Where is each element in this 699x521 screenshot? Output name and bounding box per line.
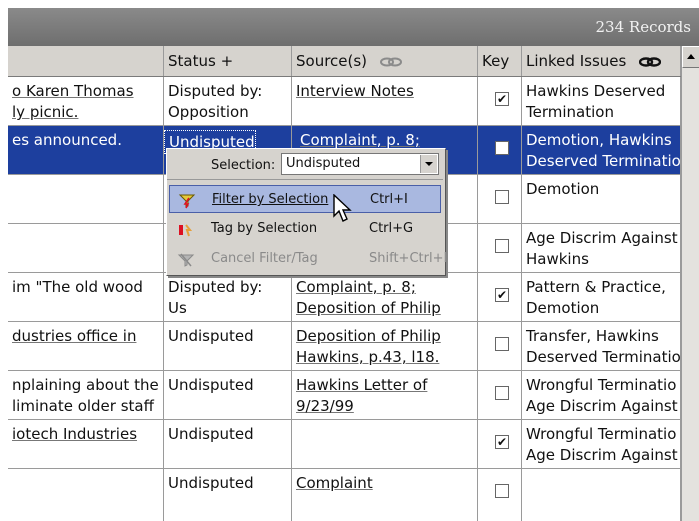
description-cell[interactable]: iotech Industries xyxy=(8,420,164,468)
status-cell[interactable]: Disputed by: Opposition xyxy=(164,77,292,125)
key-cell xyxy=(478,175,522,223)
record-count: 234 Records xyxy=(595,18,691,36)
key-cell xyxy=(478,371,522,419)
key-checkbox[interactable] xyxy=(495,386,509,400)
column-header-description[interactable] xyxy=(8,46,164,76)
column-header-linked-issues[interactable]: Linked Issues xyxy=(522,46,681,76)
linked-issues-cell[interactable]: Demotion xyxy=(522,175,681,223)
description-cell[interactable]: es announced. xyxy=(8,126,164,174)
link-icon xyxy=(638,47,662,77)
menu-item-label: Cancel Filter/Tag xyxy=(211,251,318,266)
description-cell[interactable] xyxy=(8,469,164,521)
column-header-row: Status + Source(s) Key Linked Issues xyxy=(8,46,699,77)
key-cell xyxy=(478,126,522,174)
source-cell[interactable] xyxy=(292,420,478,468)
cancel-filter-icon xyxy=(177,251,195,267)
menu-item-label: Tag by Selection xyxy=(211,221,318,236)
mouse-pointer-icon xyxy=(333,193,355,228)
description-cell[interactable]: dustries office in xyxy=(8,322,164,370)
column-header-issues-label: Linked Issues xyxy=(526,52,627,70)
key-cell xyxy=(478,469,522,521)
status-cell[interactable]: Undisputed xyxy=(164,371,292,419)
key-cell: ✔ xyxy=(478,420,522,468)
column-header-source[interactable]: Source(s) xyxy=(292,46,478,76)
key-checkbox[interactable] xyxy=(495,190,509,204)
menu-item-shortcut: Shift+Ctrl+I xyxy=(369,251,448,266)
key-checkbox[interactable] xyxy=(495,337,509,351)
menu-separator xyxy=(167,179,443,180)
linked-issues-cell[interactable]: Hawkins Deserved Termination xyxy=(522,77,681,125)
description-cell[interactable]: nplaining about the liminate older staff xyxy=(8,371,164,419)
column-header-status[interactable]: Status + xyxy=(164,46,292,76)
source-cell[interactable]: Complaint xyxy=(292,469,478,521)
key-cell xyxy=(478,224,522,272)
menu-item-shortcut: Ctrl+I xyxy=(370,192,408,207)
selection-dropdown-value: Undisputed xyxy=(286,156,361,171)
status-cell[interactable]: Undisputed xyxy=(164,420,292,468)
table-row[interactable]: Undisputed Complaint xyxy=(8,469,681,521)
records-bar: 234 Records xyxy=(8,8,699,46)
key-cell: ✔ xyxy=(478,273,522,321)
table-row[interactable]: dustries office in Undisputed Deposition… xyxy=(8,322,681,371)
source-cell[interactable]: Interview Notes xyxy=(292,77,478,125)
source-cell[interactable]: Complaint, p. 8; Deposition of Philip xyxy=(292,273,478,321)
key-cell xyxy=(478,322,522,370)
source-cell[interactable]: Hawkins Letter of 9/23/99 xyxy=(292,371,478,419)
selection-context-menu: Selection: Undisputed Filter by Selectio… xyxy=(166,148,447,276)
linked-issues-cell[interactable]: Demotion, Hawkins Deserved Terminatio xyxy=(522,126,681,174)
table-row[interactable]: nplaining about the liminate older staff … xyxy=(8,371,681,420)
menu-item-tag-by-selection[interactable]: Tag by Selection Ctrl+G xyxy=(169,215,441,243)
linked-issues-cell[interactable]: Age Discrim Against Hawkins xyxy=(522,224,681,272)
description-cell[interactable] xyxy=(8,224,164,272)
key-checkbox[interactable]: ✔ xyxy=(495,435,509,449)
chevron-down-icon[interactable] xyxy=(420,155,437,173)
menu-item-filter-by-selection[interactable]: Filter by Selection Ctrl+I xyxy=(169,185,441,213)
table-row[interactable]: im "The old wood Disputed by: Us Complain… xyxy=(8,273,681,322)
selection-label: Selection: xyxy=(211,158,276,173)
case-table-window: 234 Records Status + Source(s) Key Linke… xyxy=(0,0,699,521)
description-cell[interactable]: o Karen Thomas ly picnic. xyxy=(8,77,164,125)
menu-item-cancel-filter-tag[interactable]: Cancel Filter/Tag Shift+Ctrl+I xyxy=(169,245,447,273)
linked-issues-cell[interactable]: Wrongful Terminatio Age Discrim Against xyxy=(522,420,681,468)
scroll-up-button[interactable] xyxy=(682,46,699,68)
description-cell[interactable] xyxy=(8,175,164,223)
key-cell: ✔ xyxy=(478,77,522,125)
status-cell[interactable]: Undisputed xyxy=(164,469,292,521)
table-row[interactable]: iotech Industries Undisputed ✔ Wrongful … xyxy=(8,420,681,469)
column-header-source-label: Source(s) xyxy=(296,52,368,70)
source-cell[interactable]: Deposition of Philip Hawkins, p.43, l18. xyxy=(292,322,478,370)
menu-item-label: Filter by Selection xyxy=(212,192,329,207)
key-checkbox[interactable]: ✔ xyxy=(495,92,509,106)
key-checkbox[interactable] xyxy=(495,484,509,498)
filter-icon xyxy=(178,192,196,209)
linked-issues-cell[interactable]: Wrongful Terminatio Age Discrim Against xyxy=(522,371,681,419)
column-header-key[interactable]: Key xyxy=(478,46,522,76)
linked-issues-cell[interactable] xyxy=(522,469,681,521)
status-cell[interactable]: Undisputed xyxy=(164,322,292,370)
tag-icon xyxy=(177,221,195,237)
linked-issues-cell[interactable]: Pattern & Practice, Demotion xyxy=(522,273,681,321)
status-cell[interactable]: Disputed by: Us xyxy=(164,273,292,321)
menu-item-shortcut: Ctrl+G xyxy=(369,221,414,236)
key-checkbox[interactable] xyxy=(495,239,509,253)
vertical-scrollbar[interactable] xyxy=(681,46,699,521)
linked-issues-cell[interactable]: Transfer, Hawkins Deserved Terminatio xyxy=(522,322,681,370)
selection-dropdown[interactable]: Undisputed xyxy=(281,153,439,175)
key-checkbox[interactable]: ✔ xyxy=(495,288,509,302)
description-cell[interactable]: im "The old wood xyxy=(8,273,164,321)
table-row[interactable]: o Karen Thomas ly picnic. Disputed by: Opp… xyxy=(8,77,681,126)
key-checkbox[interactable] xyxy=(495,141,509,155)
link-icon xyxy=(379,47,402,77)
